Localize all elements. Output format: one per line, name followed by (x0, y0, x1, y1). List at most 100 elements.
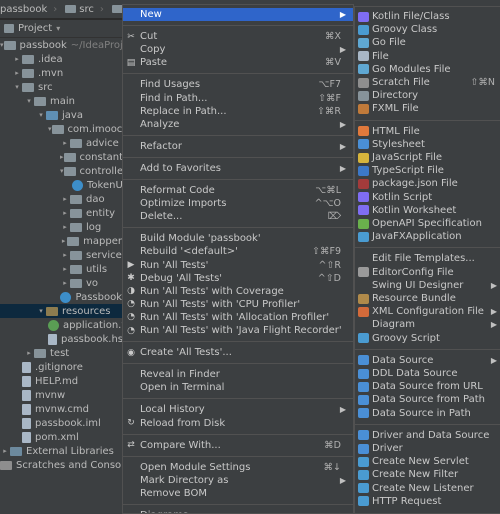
tree-row-utils[interactable]: ▸ utils (0, 262, 122, 276)
expand-right-icon[interactable]: ▸ (60, 195, 70, 203)
new-item-xml-configuration-file[interactable]: XML Configuration File ▶ (355, 305, 500, 318)
tree-row-passbook[interactable]: Passbook (0, 290, 122, 304)
new-item-go-modules-file[interactable]: Go Modules File (355, 63, 500, 76)
new-item-groovy-script[interactable]: Groovy Script (355, 332, 500, 345)
menu-item-find-in-path[interactable]: Find in Path... ⇧⌘F (123, 92, 353, 105)
expand-right-icon[interactable]: ▸ (60, 209, 70, 217)
menu-item-new[interactable]: New ▶ (123, 8, 353, 21)
menu-item-refactor[interactable]: Refactor ▶ (123, 140, 353, 153)
expand-right-icon[interactable]: ▸ (60, 265, 70, 273)
menu-item-debug-all-tests[interactable]: ✱ Debug 'All Tests' ^⇧D (123, 272, 353, 285)
menu-item-reload-from-disk[interactable]: ↻ Reload from Disk (123, 417, 353, 430)
menu-item-cut[interactable]: ✂ Cut ⌘X (123, 30, 353, 43)
new-item-javascript-file[interactable]: JavaScript File (355, 151, 500, 164)
tree-row-mvnw[interactable]: mvnw (0, 388, 122, 402)
menu-item-local-history[interactable]: Local History ▶ (123, 403, 353, 416)
new-item-openapi-specification[interactable]: OpenAPI Specification (355, 217, 500, 230)
tree-row-pom-xml[interactable]: pom.xml (0, 430, 122, 444)
tree-row-external-libraries[interactable]: ▸ External Libraries (0, 444, 122, 458)
tree-row-log[interactable]: ▸ log (0, 220, 122, 234)
tree-row-entity[interactable]: ▸ entity (0, 206, 122, 220)
tree-row-vo[interactable]: ▸ vo (0, 276, 122, 290)
menu-item-optimize-imports[interactable]: Optimize Imports ^⌥O (123, 197, 353, 210)
new-item-fxml-file[interactable]: FXML File (355, 102, 500, 115)
tree-row-test[interactable]: ▸ test (0, 346, 122, 360)
menu-item-compare-with[interactable]: ⇄ Compare With... ⌘D (123, 439, 353, 452)
tree-row-mvnw-cmd[interactable]: mvnw.cmd (0, 402, 122, 416)
tree-row-java[interactable]: ▾ java (0, 108, 122, 122)
menu-item-rebuild-default[interactable]: Rebuild '<default>' ⇧⌘F9 (123, 245, 353, 258)
tree-row-com-imooc[interactable]: ▾ com.imooc. (0, 122, 122, 136)
expand-right-icon[interactable]: ▸ (60, 139, 70, 147)
new-item-editorconfig-file[interactable]: EditorConfig File (355, 266, 500, 279)
tree-row-dao[interactable]: ▸ dao (0, 192, 122, 206)
tree-row-mvn[interactable]: ▸ .mvn (0, 66, 122, 80)
menu-item-run-all-tests-with-java-flight-recorder[interactable]: ◔ Run 'All Tests' with 'Java Flight Recor… (123, 324, 353, 337)
new-item-stylesheet[interactable]: Stylesheet (355, 138, 500, 151)
tree-row-passbook-hs[interactable]: passbook.hs (0, 332, 122, 346)
expand-down-icon[interactable]: ▾ (36, 307, 46, 315)
expand-down-icon[interactable]: ▾ (24, 97, 34, 105)
new-item-kotlin-worksheet[interactable]: Kotlin Worksheet (355, 204, 500, 217)
tree-row-passbook[interactable]: ▾ passbook~/IdeaProjec (0, 38, 122, 52)
new-item-create-new-filter[interactable]: Create New Filter (355, 468, 500, 481)
new-item-resource-bundle[interactable]: Resource Bundle (355, 292, 500, 305)
menu-item-add-to-favorites[interactable]: Add to Favorites ▶ (123, 162, 353, 175)
expand-down-icon[interactable]: ▾ (36, 111, 46, 119)
menu-item-paste[interactable]: ▤ Paste ⌘V (123, 56, 353, 69)
menu-item-create-all-tests[interactable]: ◉ Create 'All Tests'... (123, 346, 353, 359)
new-item-scratch-file[interactable]: Scratch File ⇧⌘N (355, 76, 500, 89)
expand-right-icon[interactable]: ▸ (60, 251, 70, 259)
new-item-driver[interactable]: Driver (355, 442, 500, 455)
tree-row-controller[interactable]: ▾ controller (0, 164, 122, 178)
tree-row-mapper[interactable]: ▸ mapper (0, 234, 122, 248)
tree-row-resources[interactable]: ▾ resources (0, 304, 122, 318)
new-item-directory[interactable]: Directory (355, 89, 500, 102)
menu-item-open-in-terminal[interactable]: Open in Terminal (123, 381, 353, 394)
menu-item-reformat-code[interactable]: Reformat Code ⌥⌘L (123, 184, 353, 197)
menu-item-replace-in-path[interactable]: Replace in Path... ⇧⌘R (123, 105, 353, 118)
tree-row-src[interactable]: ▾ src (0, 80, 122, 94)
project-tool-header[interactable]: Project ▾ (0, 20, 122, 38)
new-item-package-json-file[interactable]: package.json File (355, 177, 500, 190)
menu-item-copy[interactable]: Copy ▶ (123, 43, 353, 56)
menu-item-remove-bom[interactable]: Remove BOM (123, 487, 353, 500)
new-item-groovy-class[interactable]: Groovy Class (355, 23, 500, 36)
tree-row-scratches-and-consoles[interactable]: Scratches and Consoles (0, 458, 122, 472)
menu-item-reveal-in-finder[interactable]: Reveal in Finder (123, 368, 353, 381)
new-item-create-new-listener[interactable]: Create New Listener (355, 482, 500, 495)
tree-row-application-y[interactable]: application.y (0, 318, 122, 332)
expand-down-icon[interactable]: ▾ (48, 125, 52, 133)
expand-right-icon[interactable]: ▸ (60, 223, 70, 231)
tree-row-gitignore[interactable]: .gitignore (0, 360, 122, 374)
expand-down-icon[interactable]: ▾ (0, 41, 4, 49)
menu-item-mark-directory-as[interactable]: Mark Directory as ▶ (123, 474, 353, 487)
tree-row-service[interactable]: ▸ service (0, 248, 122, 262)
menu-item-diagrams[interactable]: Diagrams▶ (123, 509, 353, 513)
expand-down-icon[interactable]: ▾ (12, 83, 22, 91)
menu-item-find-usages[interactable]: Find Usages ⌥F7 (123, 78, 353, 91)
new-item-kotlin-file-class[interactable]: Kotlin File/Class (355, 10, 500, 23)
new-item-javafxapplication[interactable]: JavaFXApplication (355, 230, 500, 243)
menu-item-run-all-tests[interactable]: ▶ Run 'All Tests' ^⇧R (123, 259, 353, 272)
new-item-go-file[interactable]: Go File (355, 36, 500, 49)
tree-row-help-md[interactable]: HELP.md (0, 374, 122, 388)
tree-row-idea[interactable]: ▸ .idea (0, 52, 122, 66)
expand-down-icon[interactable]: ▾ (60, 167, 64, 175)
menu-item-run-all-tests-with-allocation-profiler[interactable]: ◔ Run 'All Tests' with 'Allocation Profil… (123, 311, 353, 324)
breadcrumb-item[interactable]: passbook › (0, 4, 57, 15)
tree-row-advice[interactable]: ▸ advice (0, 136, 122, 150)
expand-right-icon[interactable]: ▸ (24, 349, 34, 357)
new-item-data-source-from-url[interactable]: Data Source from URL (355, 380, 500, 393)
menu-item-open-module-settings[interactable]: Open Module Settings ⌘↓ (123, 461, 353, 474)
expand-right-icon[interactable]: ▸ (60, 279, 70, 287)
new-item-driver-and-data-source[interactable]: Driver and Data Source (355, 429, 500, 442)
new-item-edit-file-templates[interactable]: Edit File Templates... (355, 252, 500, 265)
menu-item-analyze[interactable]: Analyze ▶ (123, 118, 353, 131)
menu-item-run-all-tests-with-coverage[interactable]: ◑ Run 'All Tests' with Coverage (123, 285, 353, 298)
tree-row-tokenu[interactable]: TokenU (0, 178, 122, 192)
new-item-diagram[interactable]: Diagram ▶ (355, 318, 500, 331)
menu-item-delete[interactable]: Delete... ⌦ (123, 210, 353, 223)
expand-right-icon[interactable]: ▸ (12, 69, 22, 77)
new-item-swing-ui-designer[interactable]: Swing UI Designer ▶ (355, 279, 500, 292)
